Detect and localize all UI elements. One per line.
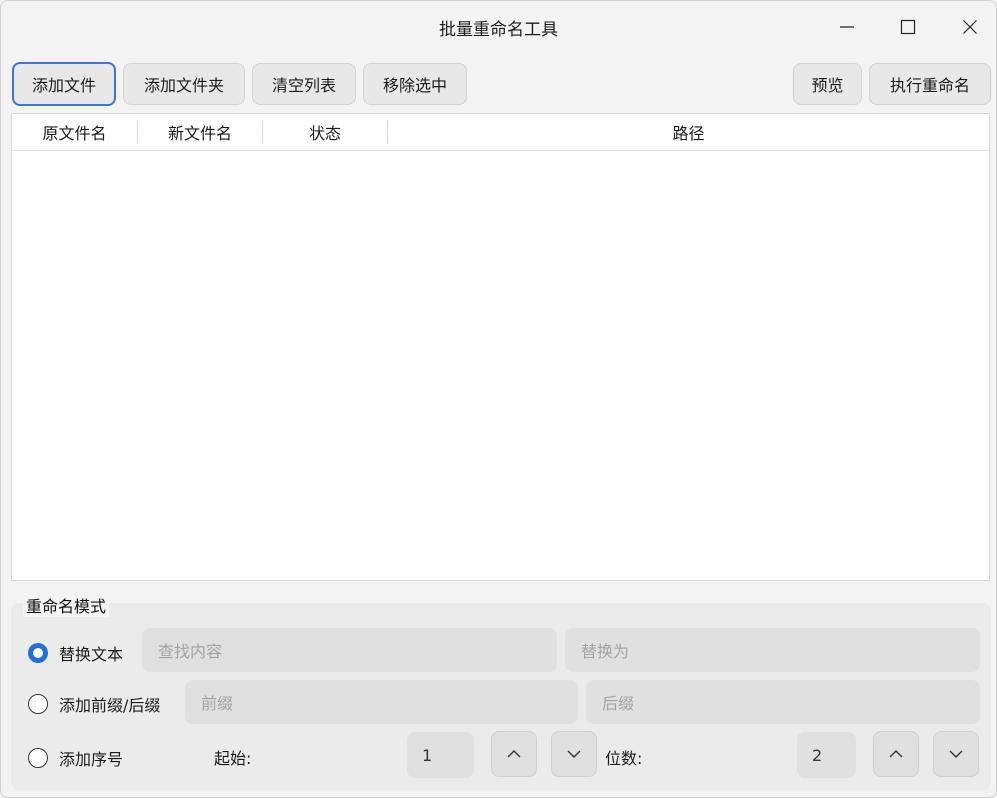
- find-text-input[interactable]: 查找内容: [142, 628, 557, 672]
- suffix-input[interactable]: 后缀: [586, 680, 980, 724]
- execute-rename-button[interactable]: 执行重命名: [869, 63, 991, 105]
- remove-selected-button[interactable]: 移除选中: [363, 63, 467, 105]
- digits-increment-button[interactable]: [873, 731, 919, 777]
- chevron-down-icon: [949, 750, 963, 758]
- radio-button[interactable]: [28, 748, 48, 768]
- rename-mode-title: 重命名模式: [23, 593, 110, 617]
- digits-label: 位数:: [605, 749, 643, 768]
- radio-add-sequence-label: 添加序号: [59, 750, 124, 769]
- minimize-button[interactable]: [824, 7, 870, 47]
- radio-add-sequence[interactable]: 添加序号: [28, 746, 123, 770]
- maximize-button[interactable]: [885, 7, 931, 47]
- add-file-button[interactable]: 添加文件: [12, 62, 116, 106]
- replace-with-input[interactable]: 替换为: [565, 628, 980, 672]
- file-table[interactable]: 原文件名 新文件名 状态 路径: [11, 113, 990, 581]
- column-original-name[interactable]: 原文件名: [12, 114, 137, 150]
- radio-button-checked[interactable]: [28, 643, 48, 663]
- column-new-name[interactable]: 新文件名: [138, 114, 262, 150]
- rename-tool-window: 批量重命名工具 添加文件 添加文件夹 清空列表 移除选中 预览 执行重命名 原文…: [0, 0, 997, 798]
- start-spinbox[interactable]: 1: [407, 732, 474, 778]
- preview-button[interactable]: 预览: [793, 63, 862, 105]
- digits-spinbox[interactable]: 2: [797, 732, 856, 778]
- radio-add-affix[interactable]: 添加前缀/后缀: [28, 692, 160, 716]
- radio-replace-text-label: 替换文本: [59, 645, 124, 664]
- column-status[interactable]: 状态: [263, 114, 387, 150]
- maximize-icon: [900, 19, 916, 35]
- chevron-up-icon: [889, 750, 903, 758]
- start-decrement-button[interactable]: [551, 731, 597, 777]
- minimize-icon: [840, 26, 854, 28]
- clear-list-button[interactable]: 清空列表: [252, 63, 356, 105]
- digits-decrement-button[interactable]: [933, 731, 979, 777]
- start-label: 起始:: [214, 749, 252, 768]
- prefix-input[interactable]: 前缀: [185, 680, 578, 724]
- radio-replace-text[interactable]: 替换文本: [28, 641, 123, 665]
- column-path[interactable]: 路径: [388, 114, 989, 150]
- radio-button[interactable]: [28, 694, 48, 714]
- chevron-up-icon: [507, 750, 521, 758]
- chevron-down-icon: [567, 750, 581, 758]
- add-folder-button[interactable]: 添加文件夹: [123, 63, 245, 105]
- start-increment-button[interactable]: [491, 731, 537, 777]
- title-bar[interactable]: 批量重命名工具: [1, 1, 996, 53]
- radio-add-affix-label: 添加前缀/后缀: [59, 696, 161, 715]
- close-icon: [963, 20, 977, 34]
- table-header: 原文件名 新文件名 状态 路径: [12, 114, 989, 151]
- close-button[interactable]: [947, 7, 993, 47]
